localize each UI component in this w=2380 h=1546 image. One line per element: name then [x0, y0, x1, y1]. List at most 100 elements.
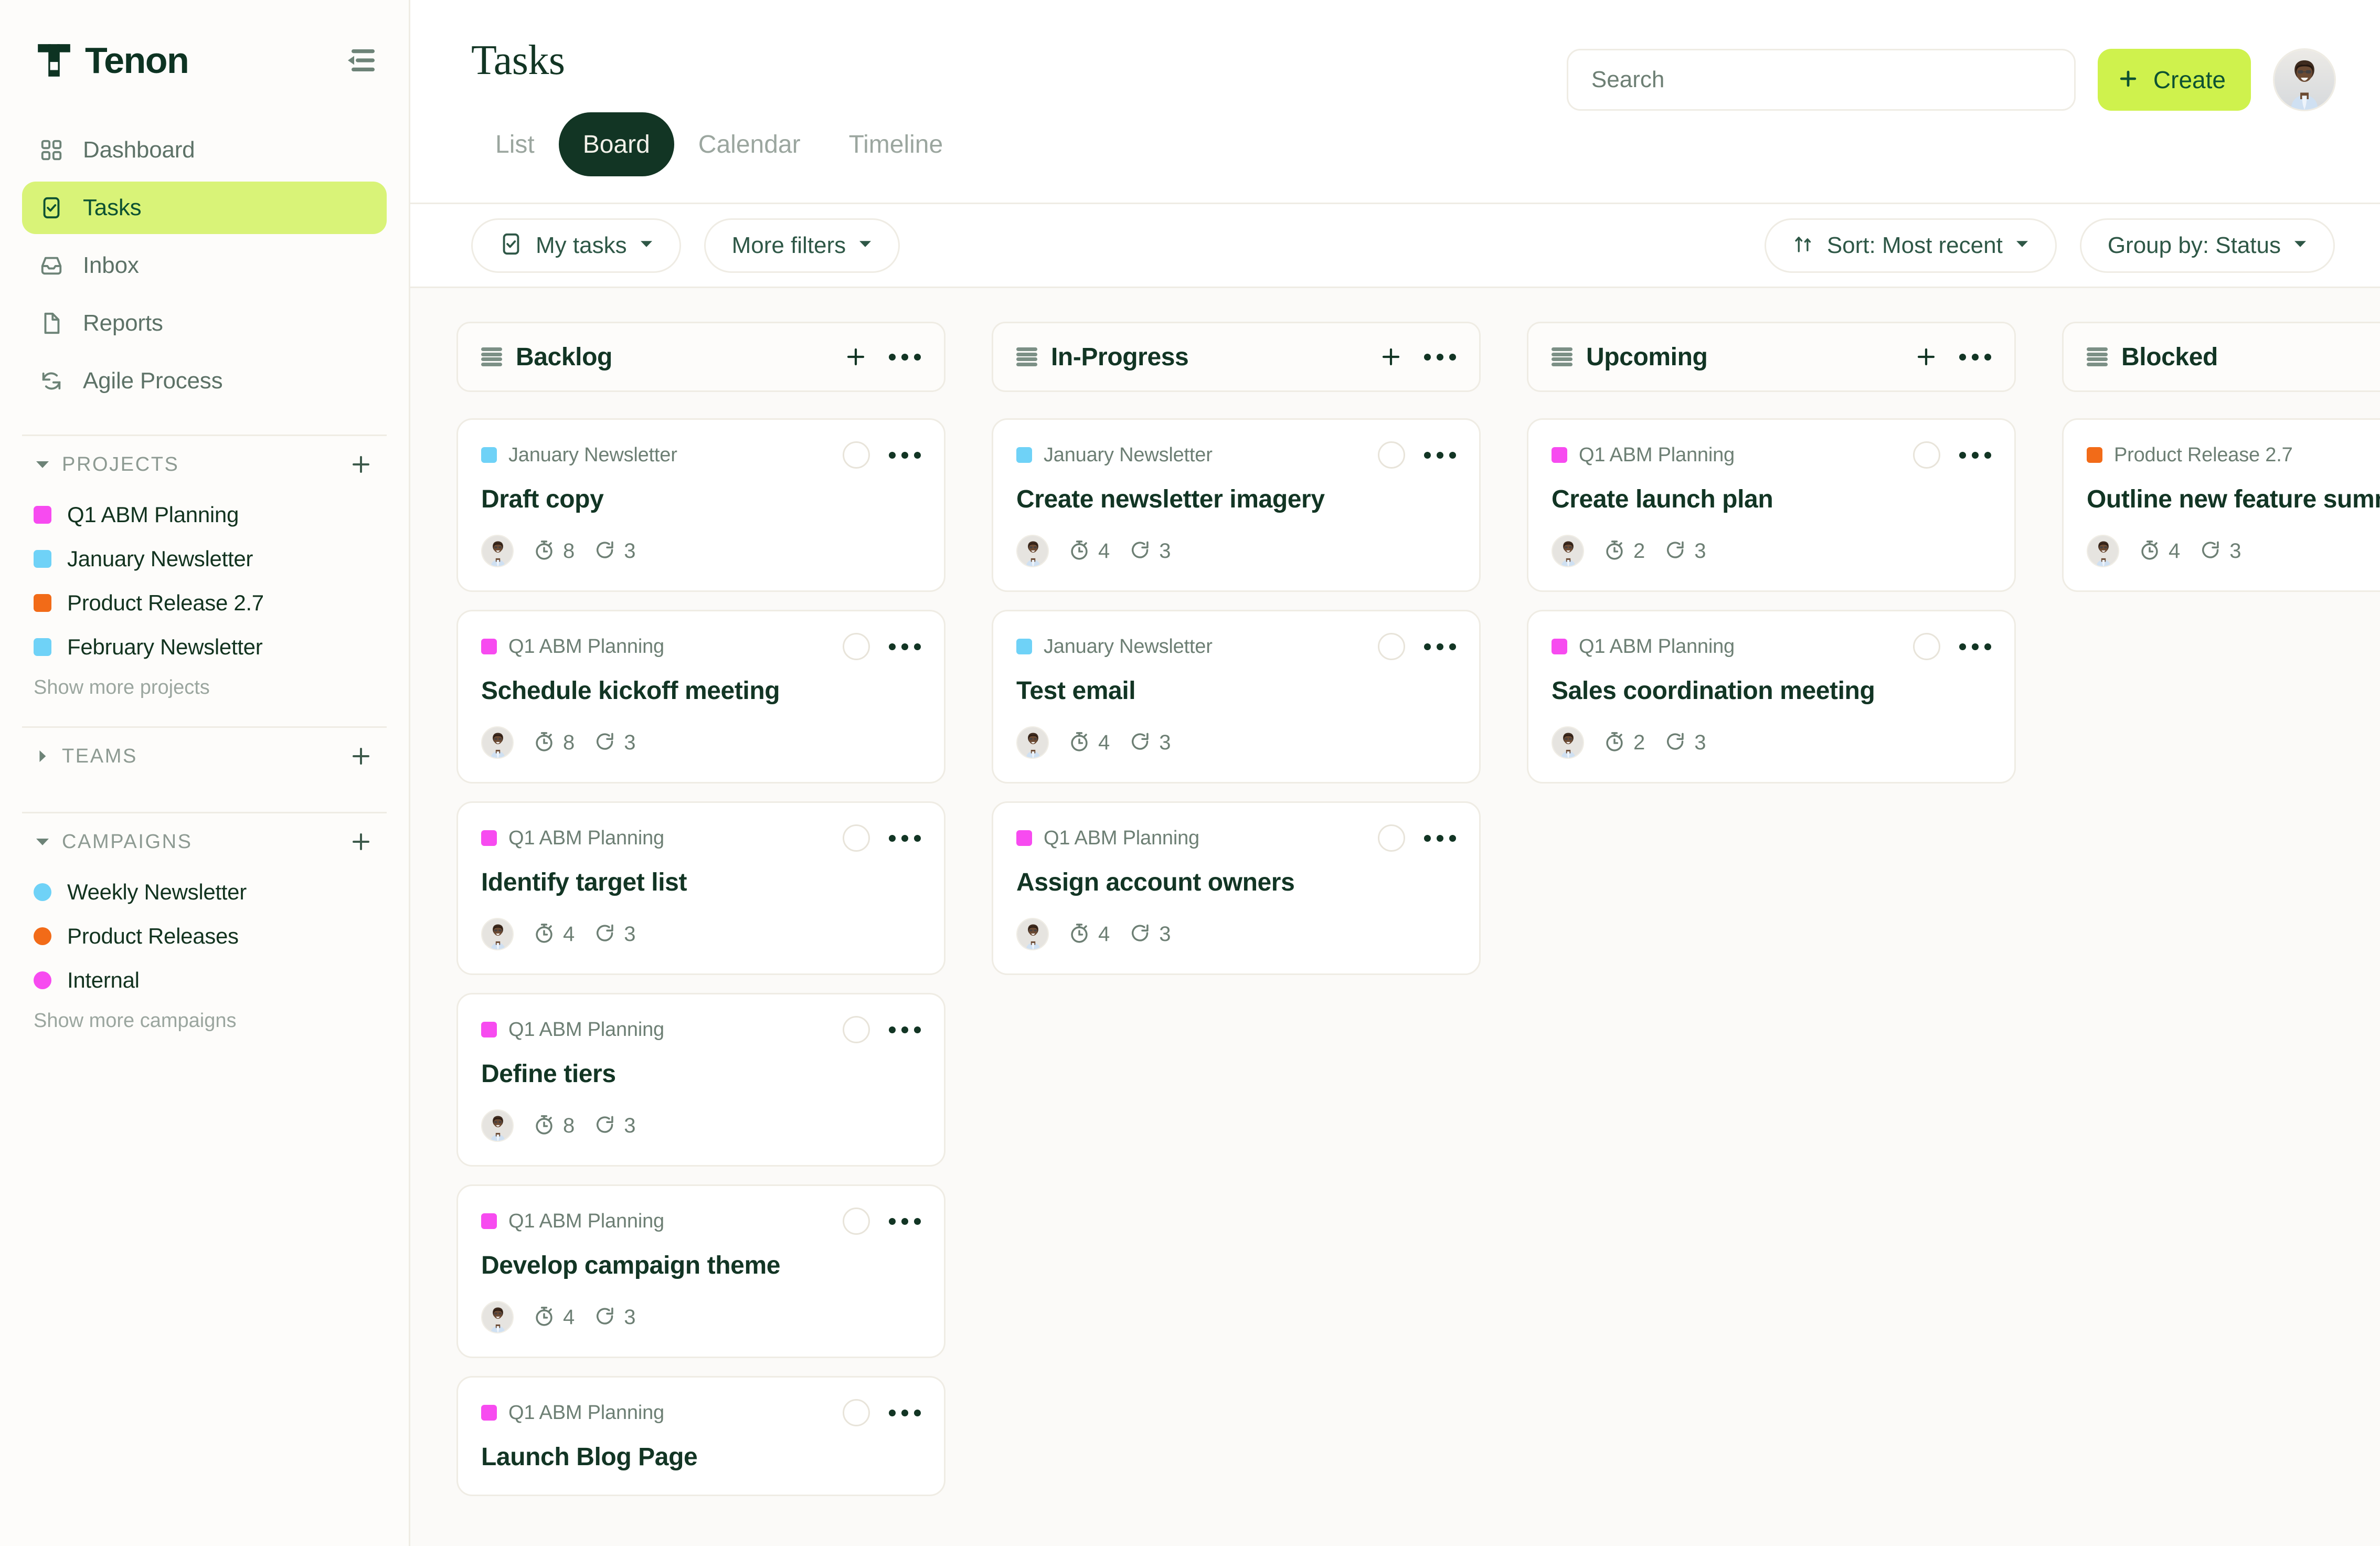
- assignee-avatar[interactable]: [1016, 918, 1049, 950]
- assignee-avatar[interactable]: [1016, 535, 1049, 567]
- complete-task-checkbox[interactable]: [1378, 824, 1405, 852]
- task-card-actions: [843, 1208, 921, 1235]
- sidebar-item-reports[interactable]: Reports: [22, 297, 387, 350]
- complete-task-checkbox[interactable]: [843, 441, 870, 469]
- assignee-avatar[interactable]: [1016, 726, 1049, 759]
- sidebar-item-tasks[interactable]: Tasks: [22, 182, 387, 234]
- assignee-avatar[interactable]: [481, 535, 514, 567]
- task-card[interactable]: Q1 ABM Planning Schedule kickoff meeting…: [456, 610, 945, 783]
- column-more-icon[interactable]: [889, 354, 921, 361]
- add-campaign-button[interactable]: [347, 828, 375, 856]
- assignee-avatar[interactable]: [481, 726, 514, 759]
- timer-icon: [533, 922, 556, 947]
- column-more-icon[interactable]: [1424, 354, 1456, 361]
- add-card-button[interactable]: [1912, 343, 1940, 371]
- task-more-icon[interactable]: [1959, 643, 1991, 650]
- assignee-avatar[interactable]: [481, 1301, 514, 1333]
- create-button[interactable]: Create: [2098, 49, 2251, 111]
- estimate-value: 4: [563, 923, 575, 946]
- assignee-avatar[interactable]: [481, 918, 514, 950]
- task-title: Outline new feature summary: [2087, 485, 2380, 514]
- task-more-icon[interactable]: [889, 643, 921, 650]
- task-more-icon[interactable]: [889, 452, 921, 459]
- task-more-icon[interactable]: [889, 1410, 921, 1416]
- estimate-badge: 2: [1603, 730, 1645, 756]
- assignee-avatar[interactable]: [1552, 726, 1584, 759]
- task-card[interactable]: Q1 ABM Planning Sales coordination meeti…: [1527, 610, 2016, 783]
- tab-calendar[interactable]: Calendar: [674, 112, 825, 176]
- drag-handle-icon[interactable]: [481, 347, 502, 366]
- task-card[interactable]: Q1 ABM Planning Identify target list 4: [456, 801, 945, 975]
- complete-task-checkbox[interactable]: [843, 824, 870, 852]
- my-tasks-filter-label: My tasks: [536, 232, 627, 259]
- task-card[interactable]: Q1 ABM Planning Create launch plan 2: [1527, 418, 2016, 592]
- task-card[interactable]: January Newsletter Test email 4: [992, 610, 1481, 783]
- more-filters-button[interactable]: More filters: [704, 218, 900, 273]
- sidebar-item-dashboard[interactable]: Dashboard: [22, 124, 387, 176]
- sidebar-project-january-newsletter[interactable]: January Newsletter: [22, 537, 387, 581]
- sidebar-project-february-newsletter[interactable]: February Newsletter: [22, 625, 387, 669]
- task-card-project: Q1 ABM Planning: [481, 1402, 843, 1424]
- complete-task-checkbox[interactable]: [843, 1208, 870, 1235]
- project-name: Q1 ABM Planning: [508, 1210, 664, 1233]
- sidebar-collapse-icon[interactable]: [345, 44, 377, 77]
- task-more-icon[interactable]: [889, 1218, 921, 1225]
- sidebar-item-agile-process[interactable]: Agile Process: [22, 355, 387, 407]
- complete-task-checkbox[interactable]: [843, 633, 870, 660]
- show-more-campaigns-link[interactable]: Show more campaigns: [22, 1002, 387, 1032]
- complete-task-checkbox[interactable]: [1378, 441, 1405, 469]
- task-more-icon[interactable]: [889, 835, 921, 842]
- drag-handle-icon[interactable]: [2087, 347, 2108, 366]
- tab-board[interactable]: Board: [559, 112, 674, 176]
- brand-logo[interactable]: Tenon: [35, 41, 188, 80]
- campaigns-section-header[interactable]: CAMPAIGNS: [22, 813, 387, 870]
- task-more-icon[interactable]: [1424, 643, 1456, 650]
- task-more-icon[interactable]: [1424, 835, 1456, 842]
- sidebar-campaign-weekly-newsletter[interactable]: Weekly Newsletter: [22, 870, 387, 914]
- check-square-icon: [38, 194, 65, 221]
- task-more-icon[interactable]: [889, 1026, 921, 1033]
- group-by-control[interactable]: Group by: Status: [2080, 218, 2335, 273]
- show-more-projects-link[interactable]: Show more projects: [22, 669, 387, 699]
- complete-task-checkbox[interactable]: [843, 1399, 870, 1426]
- project-name: Q1 ABM Planning: [1579, 636, 1735, 658]
- task-card[interactable]: January Newsletter Create newsletter ima…: [992, 418, 1481, 592]
- task-card[interactable]: Q1 ABM Planning Define tiers 8: [456, 993, 945, 1167]
- sidebar-project-product-release-27[interactable]: Product Release 2.7: [22, 581, 387, 625]
- add-project-button[interactable]: [347, 450, 375, 479]
- task-more-icon[interactable]: [1424, 452, 1456, 459]
- task-more-icon[interactable]: [1959, 452, 1991, 459]
- assignee-avatar[interactable]: [1552, 535, 1584, 567]
- task-card[interactable]: January Newsletter Draft copy 8: [456, 418, 945, 592]
- assignee-avatar[interactable]: [2087, 535, 2119, 567]
- sidebar-project-q1-abm-planning[interactable]: Q1 ABM Planning: [22, 493, 387, 537]
- task-card[interactable]: Q1 ABM Planning Launch Blog Page: [456, 1376, 945, 1496]
- sidebar-item-inbox[interactable]: Inbox: [22, 239, 387, 292]
- task-card[interactable]: Q1 ABM Planning Develop campaign theme 4: [456, 1184, 945, 1358]
- drag-handle-icon[interactable]: [1016, 347, 1037, 366]
- teams-section-header[interactable]: TEAMS: [22, 728, 387, 785]
- complete-task-checkbox[interactable]: [1913, 441, 1940, 469]
- add-team-button[interactable]: [347, 742, 375, 770]
- avatar[interactable]: [2273, 48, 2336, 111]
- projects-section-header[interactable]: PROJECTS: [22, 436, 387, 493]
- search-input[interactable]: Search: [1567, 49, 2076, 111]
- column-more-icon[interactable]: [1959, 354, 1991, 361]
- add-card-button[interactable]: [1377, 343, 1405, 371]
- my-tasks-filter[interactable]: My tasks: [471, 218, 681, 273]
- sort-control[interactable]: Sort: Most recent: [1765, 218, 2057, 273]
- complete-task-checkbox[interactable]: [1913, 633, 1940, 660]
- add-card-button[interactable]: [842, 343, 870, 371]
- timer-icon: [1068, 922, 1091, 947]
- tab-timeline[interactable]: Timeline: [825, 112, 968, 176]
- sidebar-campaign-internal[interactable]: Internal: [22, 958, 387, 1002]
- tab-list[interactable]: List: [471, 112, 559, 176]
- complete-task-checkbox[interactable]: [1378, 633, 1405, 660]
- task-card[interactable]: Product Release 2.7 Outline new feature …: [2062, 418, 2380, 592]
- sidebar-campaign-product-releases[interactable]: Product Releases: [22, 914, 387, 958]
- drag-handle-icon[interactable]: [1552, 347, 1572, 366]
- assignee-avatar[interactable]: [481, 1109, 514, 1142]
- complete-task-checkbox[interactable]: [843, 1016, 870, 1043]
- timer-icon: [1068, 538, 1091, 564]
- task-card[interactable]: Q1 ABM Planning Assign account owners 4: [992, 801, 1481, 975]
